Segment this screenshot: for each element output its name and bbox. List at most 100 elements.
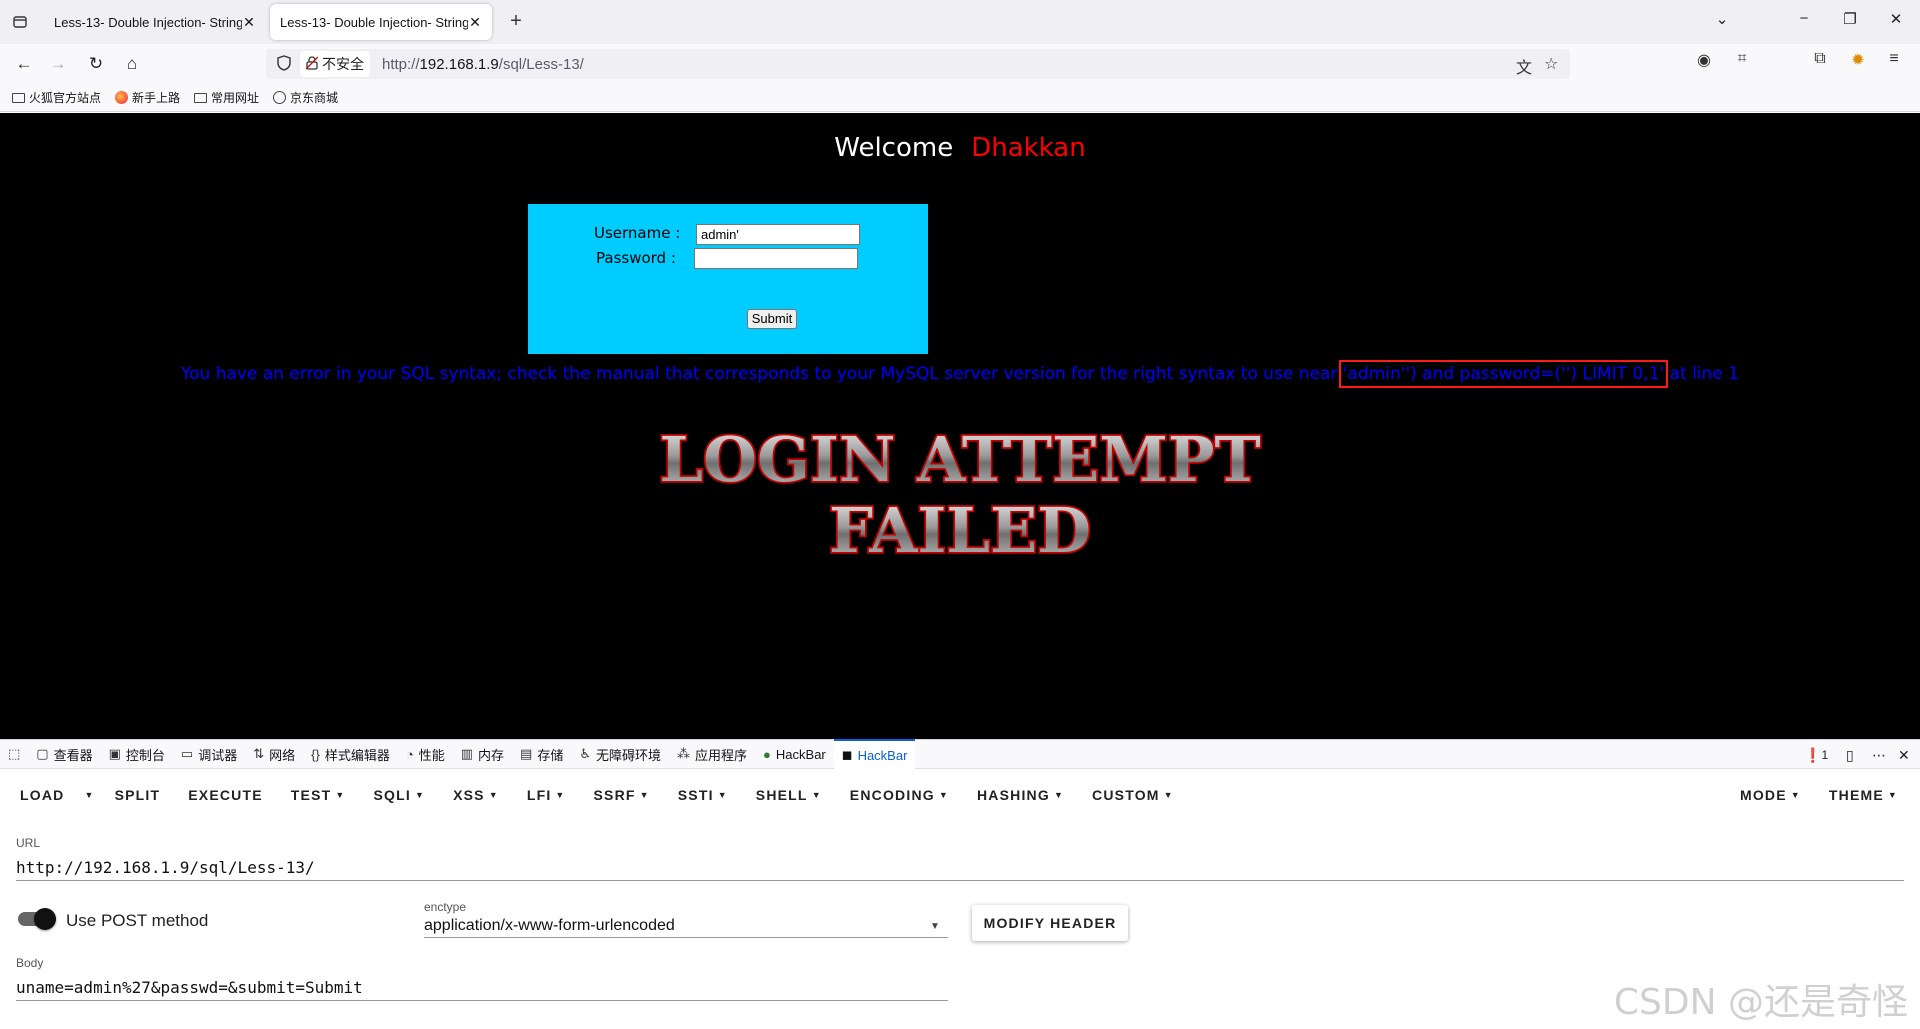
chevron-down-icon[interactable]: ⌄ — [1710, 10, 1734, 28]
caret-down-icon[interactable]: ▼ — [930, 921, 940, 932]
close-tab-icon[interactable]: ✕ — [242, 14, 256, 31]
url-bar[interactable]: 不安全 http://192.168.1.9/sql/Less-13/ 文 ☆ — [266, 49, 1570, 79]
theme-menu[interactable]: THEME ▼ — [1815, 777, 1920, 813]
mode-menu[interactable]: MODE ▼ — [1726, 777, 1815, 813]
url-field[interactable]: http://192.168.1.9/sql/Less-13/ — [16, 858, 315, 877]
enctype-select[interactable]: application/x-www-form-urlencoded — [424, 917, 675, 935]
lfi-menu[interactable]: LFI ▼ — [513, 777, 580, 813]
custom-menu[interactable]: CUSTOM ▼ — [1078, 777, 1188, 813]
ssti-menu[interactable]: SSTI ▼ — [664, 777, 742, 813]
bookmark-item[interactable]: 火狐官方站点 — [12, 89, 101, 106]
shield-icon[interactable] — [274, 54, 294, 74]
account-icon[interactable]: ◉ — [1692, 50, 1716, 70]
ssti-label: SSTI — [677, 787, 714, 803]
caret-down-icon: ▼ — [414, 790, 426, 800]
body-field[interactable]: uname=admin%27&passwd=&submit=Submit — [16, 978, 363, 997]
tab-console[interactable]: ▣ 控制台 — [101, 739, 173, 769]
tab-label: 存储 — [537, 747, 564, 763]
more-options-icon[interactable]: ⋯ — [1872, 740, 1886, 770]
url-text[interactable]: http://192.168.1.9/sql/Less-13/ — [382, 56, 584, 73]
insecure-indicator[interactable]: 不安全 — [300, 51, 370, 77]
hackbar-menu-right: MODE ▼ THEME ▼ — [1726, 769, 1920, 821]
tab-style-editor[interactable]: {} 样式编辑器 — [303, 739, 398, 769]
broken-lock-icon — [305, 55, 319, 73]
tab-accessibility[interactable]: ♿ 无障碍环境 — [571, 739, 669, 769]
post-toggle[interactable] — [34, 908, 56, 930]
new-tab-icon[interactable]: + — [504, 10, 528, 34]
element-picker-icon[interactable]: ⬚ — [0, 739, 28, 769]
sql-error-message: You have an error in your SQL syntax; ch… — [0, 360, 1920, 388]
close-devtools-icon[interactable]: ✕ — [1898, 740, 1910, 770]
tab-label: 查看器 — [53, 747, 93, 763]
tab-inspector[interactable]: ▢ 查看器 — [28, 739, 100, 769]
ssrf-menu[interactable]: SSRF ▼ — [580, 777, 664, 813]
folder-icon — [194, 92, 208, 103]
bookmark-label: 火狐官方站点 — [29, 91, 102, 105]
tab-hackbar[interactable]: ◼ HackBar — [833, 739, 916, 769]
back-icon[interactable]: ← — [12, 52, 36, 76]
console-icon: ▣ — [108, 746, 121, 761]
error-count-badge[interactable]: ❗ 1 — [1804, 740, 1828, 770]
xss-menu[interactable]: XSS ▼ — [439, 777, 513, 813]
modify-header-button[interactable]: MODIFY HEADER — [972, 905, 1128, 941]
sqli-menu[interactable]: SQLI ▼ — [359, 777, 439, 813]
tab-label: HackBar — [775, 746, 826, 762]
restore-icon[interactable]: ❐ — [1838, 10, 1862, 28]
translate-icon[interactable]: 文 — [1516, 54, 1532, 78]
split-button[interactable]: SPLIT — [101, 777, 175, 813]
shell-menu[interactable]: SHELL ▼ — [742, 777, 836, 813]
minimize-icon[interactable]: − — [1792, 10, 1816, 27]
load-button[interactable]: LOAD — [0, 777, 78, 813]
password-label: Password : — [596, 249, 676, 267]
window-close-icon[interactable]: ✕ — [1884, 10, 1908, 28]
screenshot-crop-icon[interactable]: ⌗ — [1730, 50, 1754, 68]
browser-tab-1[interactable]: Less-13- Double Injection- String ✕ — [44, 4, 266, 40]
tab-label: 调试器 — [198, 747, 238, 763]
bookmark-star-icon[interactable]: ☆ — [1544, 54, 1558, 74]
tab-performance[interactable]: ◔ 性能 — [398, 739, 453, 769]
reload-icon[interactable]: ↻ — [84, 52, 108, 76]
tab-network[interactable]: ⇅ 网络 — [245, 739, 303, 769]
caret-down-icon: ▼ — [488, 790, 499, 800]
tab-list-icon[interactable] — [8, 10, 32, 34]
tab-debugger[interactable]: ▭ 调试器 — [173, 739, 245, 769]
load-dropdown[interactable]: ▼ — [78, 777, 100, 813]
dock-side-icon[interactable]: ▯ — [1846, 740, 1854, 770]
bookmark-item[interactable]: 京东商城 — [273, 89, 338, 106]
hashing-label: HASHING — [976, 787, 1050, 803]
user-name: Dhakkan — [971, 133, 1086, 163]
hackbar-menu: LOAD ▼ SPLIT EXECUTE TEST ▼ SQLI ▼ XSS ▼ LF… — [0, 769, 1188, 821]
welcome-heading: Welcome Dhakkan — [0, 133, 1920, 163]
tab-application[interactable]: ⁂ 应用程序 — [669, 739, 755, 769]
tab-title: Less-13- Double Injection- String — [280, 14, 468, 30]
home-icon[interactable]: ⌂ — [120, 52, 144, 76]
welcome-text: Welcome — [834, 133, 954, 163]
hashing-menu[interactable]: HASHING ▼ — [963, 777, 1078, 813]
execute-button[interactable]: EXECUTE — [174, 777, 277, 813]
browser-tab-2-active[interactable]: Less-13- Double Injection- String ✕ — [270, 4, 492, 40]
tab-storage[interactable]: ▤ 存储 — [512, 739, 571, 769]
tab-label: 网络 — [269, 747, 296, 763]
test-menu[interactable]: TEST ▼ — [277, 777, 360, 813]
tab-label: 无障碍环境 — [596, 747, 662, 763]
error-highlight: 'admin'') and password=('') LIMIT 0,1' — [1338, 360, 1669, 388]
username-input[interactable] — [696, 224, 860, 245]
submit-button[interactable]: Submit — [747, 309, 797, 329]
extensions-icon[interactable]: ⧉ — [1808, 50, 1832, 68]
bookmark-item[interactable]: 常用网址 — [194, 89, 259, 106]
bookmarks-toolbar: 火狐官方站点 新手上路 常用网址 京东商城 — [0, 84, 1920, 112]
tab-memory[interactable]: ▥ 内存 — [453, 739, 512, 769]
bookmark-item[interactable]: 新手上路 — [115, 89, 180, 106]
custom-label: CUSTOM — [1092, 787, 1160, 803]
memory-icon: ▥ — [460, 746, 474, 761]
encoding-menu[interactable]: ENCODING ▼ — [836, 777, 963, 813]
forward-icon[interactable]: → — [46, 52, 70, 76]
extension-fox-icon[interactable]: ✹ — [1846, 50, 1870, 70]
tab-hackbar-legacy[interactable]: ● HackBar — [755, 739, 834, 769]
close-tab-icon[interactable]: ✕ — [468, 14, 482, 31]
web-page-content: Welcome Dhakkan Username : Password : Sub… — [0, 113, 1920, 739]
password-input[interactable] — [694, 248, 858, 269]
menu-hamburger-icon[interactable]: ≡ — [1882, 50, 1906, 68]
ssrf-label: SSRF — [593, 787, 636, 803]
enctype-underline — [424, 937, 948, 938]
